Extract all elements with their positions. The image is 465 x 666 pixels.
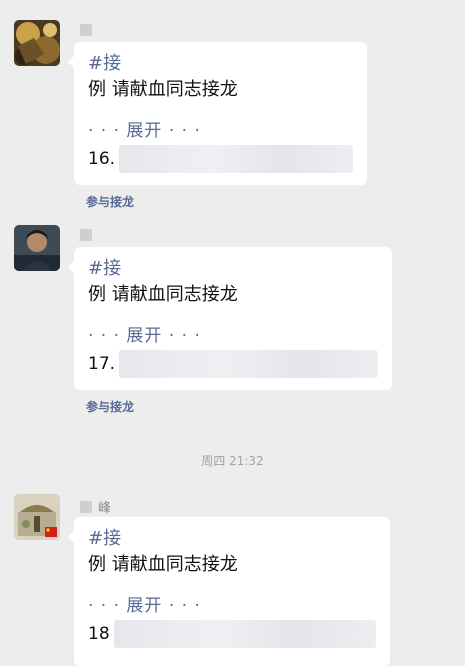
avatar-image bbox=[14, 225, 60, 271]
message-bubble[interactable]: #接 例 请献血同志接龙 · · · 展开 · · · 17. bbox=[68, 247, 392, 390]
redacted-name bbox=[80, 500, 92, 513]
redacted-entry bbox=[119, 145, 353, 173]
redacted-name bbox=[80, 229, 92, 241]
avatar[interactable] bbox=[14, 494, 60, 540]
timestamp: 周四 21:32 bbox=[201, 454, 264, 468]
message-text: 例 请献血同志接龙 bbox=[88, 79, 238, 100]
solitaire-entry: 16. bbox=[88, 144, 353, 174]
expand-link[interactable]: · · · 展开 · · · bbox=[88, 593, 376, 619]
redacted-entry bbox=[113, 620, 376, 648]
expand-link[interactable]: · · · 展开 · · · bbox=[88, 118, 353, 144]
avatar-image bbox=[14, 494, 60, 540]
sender-name bbox=[80, 24, 92, 36]
message-text: 例 请献血同志接龙 bbox=[88, 284, 238, 305]
sender-name-text: 峰 bbox=[98, 501, 112, 516]
hashtag-link[interactable]: #接 bbox=[88, 527, 376, 551]
redacted-name bbox=[80, 24, 92, 36]
message-text: 例 请献血同志接龙 bbox=[88, 554, 238, 575]
sender-name bbox=[80, 229, 92, 241]
solitaire-entry: 18 bbox=[88, 619, 376, 649]
solitaire-entry: 17. bbox=[88, 349, 378, 379]
entry-number: 18 bbox=[88, 624, 110, 644]
message-bubble[interactable]: #接 例 请献血同志接龙 · · · 展开 · · · 18 bbox=[68, 517, 390, 666]
join-solitaire-link[interactable]: 参与接龙 bbox=[86, 398, 134, 415]
sender-name: 峰 bbox=[80, 497, 111, 516]
join-solitaire-link[interactable]: 参与接龙 bbox=[86, 193, 134, 210]
avatar[interactable] bbox=[14, 225, 60, 271]
expand-link[interactable]: · · · 展开 · · · bbox=[88, 323, 378, 349]
avatar[interactable] bbox=[14, 20, 60, 66]
redacted-entry bbox=[119, 350, 378, 378]
hashtag-link[interactable]: #接 bbox=[88, 257, 378, 281]
avatar-image bbox=[14, 20, 60, 66]
entry-number: 16. bbox=[88, 149, 116, 169]
hashtag-link[interactable]: #接 bbox=[88, 52, 353, 76]
entry-number: 17. bbox=[88, 354, 116, 374]
message-bubble[interactable]: #接 例 请献血同志接龙 · · · 展开 · · · 16. bbox=[68, 42, 367, 185]
